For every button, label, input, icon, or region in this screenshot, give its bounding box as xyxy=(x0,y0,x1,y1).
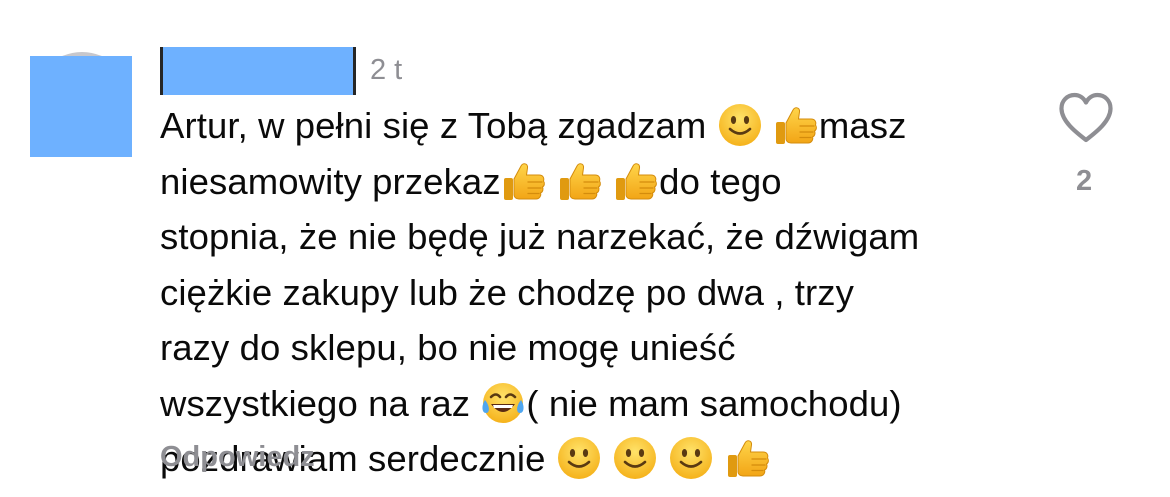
comment-text-segment xyxy=(658,438,668,479)
thumbs-up-emoji xyxy=(613,158,659,204)
comment-text-segment: ( nie mam samochodu) xyxy=(526,382,902,424)
comment-text-segment: Artur, w pełni się z Tobą zgadzam xyxy=(160,105,717,146)
heart-outline-icon xyxy=(1058,92,1114,144)
thumbs-up-emoji xyxy=(725,435,771,481)
comment-text-segment xyxy=(602,438,612,479)
thumbs-up-emoji xyxy=(773,102,819,148)
comment-line: Artur, w pełni się z Tobą zgadzam masz xyxy=(160,98,1040,154)
tears-of-joy-emoji xyxy=(480,380,526,426)
avatar-redaction-mask xyxy=(30,56,132,157)
username-redaction-mask[interactable] xyxy=(160,47,356,95)
thumbs-up-emoji xyxy=(557,158,603,204)
comment-line: niesamowity przekaz do tego xyxy=(160,154,1040,210)
comment-text: Artur, w pełni się z Tobą zgadzam masz ni… xyxy=(160,98,1040,487)
reply-button[interactable]: Odpowiedz xyxy=(160,441,315,474)
thumbs-up-emoji xyxy=(501,158,547,204)
comment-text-segment: razy do sklepu, bo nie mogę unieść xyxy=(160,327,736,368)
comment-text-segment: niesamowity przekaz xyxy=(160,160,501,202)
comment-line: stopnia, że nie będę już narzekać, że dź… xyxy=(160,209,1040,265)
comment-text-segment: stopnia, że nie będę już narzekać, że dź… xyxy=(160,216,920,257)
comment-line: ciężkie zakupy lub że chodzę po dwa , tr… xyxy=(160,265,1040,321)
like-count: 2 xyxy=(1076,165,1093,197)
comment-header: 2 t xyxy=(160,42,403,95)
comment-text-segment: ciężkie zakupy lub że chodzę po dwa , tr… xyxy=(160,271,854,313)
smile-emoji xyxy=(668,435,714,481)
smile-emoji xyxy=(612,435,658,481)
comment-line: wszystkiego na raz ( nie mam samochodu) xyxy=(160,376,1040,432)
comment-text-segment xyxy=(547,161,557,202)
comment-text-segment: wszystkiego na raz xyxy=(160,382,481,424)
comment-text-segment xyxy=(603,161,613,202)
smile-emoji xyxy=(556,435,602,481)
comment-timestamp: 2 t xyxy=(370,53,403,86)
comment-line: razy do sklepu, bo nie mogę unieść xyxy=(160,320,1040,376)
smile-emoji xyxy=(717,102,763,148)
comment-text-segment xyxy=(763,105,773,146)
comment-text-segment xyxy=(714,438,724,479)
comment-text-segment: do tego xyxy=(659,160,782,202)
comment-text-segment: masz xyxy=(818,105,907,146)
like-button[interactable] xyxy=(1058,92,1114,144)
avatar[interactable] xyxy=(30,52,132,157)
